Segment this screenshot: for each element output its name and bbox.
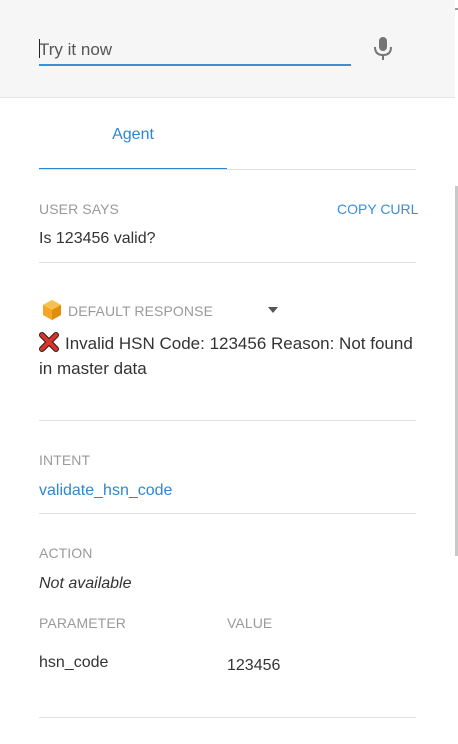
response-divider <box>39 420 416 421</box>
tab-agent[interactable]: Agent <box>39 126 227 144</box>
action-label: ACTION <box>39 545 93 561</box>
user-says-divider <box>39 262 416 263</box>
text-caret <box>39 39 40 58</box>
default-response-message: Invalid HSN Code: 123456 Reason: Not fou… <box>39 334 413 378</box>
default-response-label: DEFAULT RESPONSE <box>68 303 214 319</box>
copy-curl-button[interactable]: COPY CURL <box>337 201 418 217</box>
red-x-icon <box>39 332 59 352</box>
try-it-bar <box>0 0 455 98</box>
parameter-value: 123456 <box>227 657 281 674</box>
intent-label: INTENT <box>39 452 91 468</box>
intent-link[interactable]: validate_hsn_code <box>39 482 172 500</box>
test-console-panel: Agent USER SAYS COPY CURL Is 123456 vali… <box>0 0 458 744</box>
value-header: VALUE <box>227 615 273 631</box>
user-says-text: Is 123456 valid? <box>39 230 156 247</box>
hexagon-icon <box>43 300 61 320</box>
user-says-label: USER SAYS <box>39 201 119 217</box>
intent-divider <box>39 513 416 514</box>
microphone-icon[interactable] <box>372 36 394 62</box>
parameter-header: PARAMETER <box>39 615 126 631</box>
default-response-text: Invalid HSN Code: 123456 Reason: Not fou… <box>39 331 419 381</box>
parameter-name: hsn_code <box>39 654 109 671</box>
tabs-divider <box>39 169 416 170</box>
try-it-input[interactable] <box>39 36 351 66</box>
action-value: Not available <box>39 575 132 592</box>
caret-down-icon[interactable] <box>267 306 279 314</box>
parameters-divider <box>39 717 416 718</box>
